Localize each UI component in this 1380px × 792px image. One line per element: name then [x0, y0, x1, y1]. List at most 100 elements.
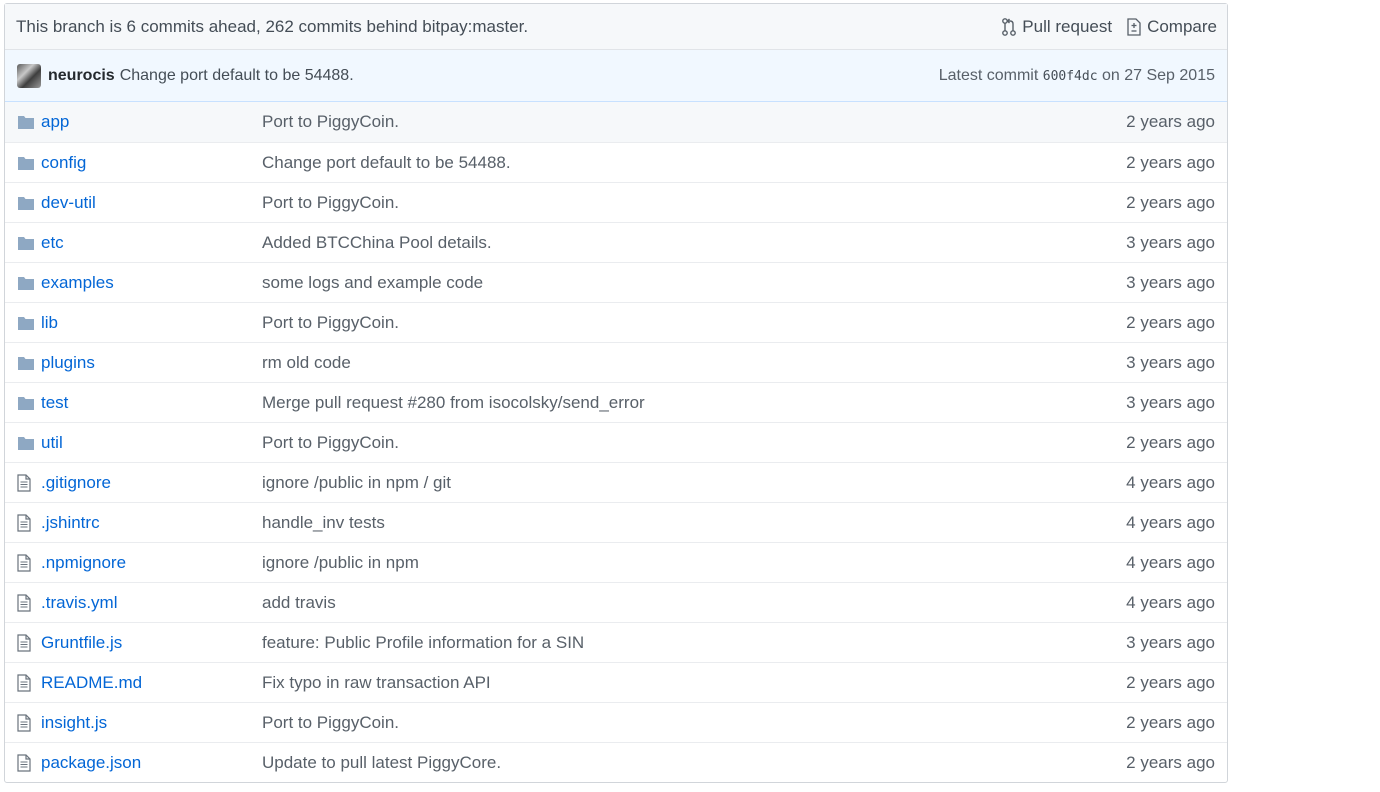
- file-commit-message[interactable]: rm old code: [262, 353, 1075, 373]
- file-commit-message[interactable]: Port to PiggyCoin.: [262, 713, 1075, 733]
- file-commit-message[interactable]: Port to PiggyCoin.: [262, 433, 1075, 453]
- file-name-link[interactable]: .jshintrc: [41, 513, 262, 533]
- file-name-link[interactable]: app: [41, 112, 262, 132]
- file-name-link[interactable]: examples: [41, 273, 262, 293]
- diff-icon: [1126, 17, 1142, 37]
- compare-label: Compare: [1147, 16, 1217, 36]
- file-row[interactable]: insight.js Port to PiggyCoin. 2 years ago: [5, 702, 1227, 742]
- file-commit-age: 4 years ago: [1126, 552, 1215, 572]
- file-name-link[interactable]: insight.js: [41, 713, 262, 733]
- file-row[interactable]: plugins rm old code 3 years ago: [5, 342, 1227, 382]
- file-commit-message[interactable]: Port to PiggyCoin.: [262, 112, 1075, 132]
- file-list: app Port to PiggyCoin. 2 years ago config Ch…: [5, 102, 1227, 782]
- file-commit-message[interactable]: handle_inv tests: [262, 513, 1075, 533]
- file-commit-age: 2 years ago: [1126, 192, 1215, 212]
- file-icon: [5, 473, 41, 492]
- file-row[interactable]: .npmignore ignore /public in npm 4 years a…: [5, 542, 1227, 582]
- file-icon: [5, 673, 41, 692]
- file-commit-message[interactable]: feature: Public Profile information for …: [262, 633, 1075, 653]
- commit-sha[interactable]: 600f4dc: [1043, 69, 1098, 84]
- pull-request-button[interactable]: Pull request: [1001, 17, 1112, 37]
- folder-icon: [5, 435, 41, 451]
- file-commit-message[interactable]: Fix typo in raw transaction API: [262, 673, 1075, 693]
- file-name-link[interactable]: plugins: [41, 353, 262, 373]
- file-commit-age: 3 years ago: [1126, 392, 1215, 412]
- file-commit-age: 3 years ago: [1126, 232, 1215, 252]
- file-commit-age: 3 years ago: [1126, 352, 1215, 372]
- file-icon: [5, 753, 41, 772]
- latest-commit-label: Latest commit: [938, 66, 1039, 84]
- file-name-link[interactable]: lib: [41, 313, 262, 333]
- file-commit-message[interactable]: Update to pull latest PiggyCore.: [262, 753, 1075, 773]
- file-commit-message[interactable]: ignore /public in npm / git: [262, 473, 1075, 493]
- file-name-link[interactable]: etc: [41, 233, 262, 253]
- file-navigation-box: This branch is 6 commits ahead, 262 comm…: [4, 3, 1228, 783]
- file-row[interactable]: .travis.yml add travis 4 years ago: [5, 582, 1227, 622]
- file-commit-message[interactable]: Port to PiggyCoin.: [262, 193, 1075, 213]
- file-commit-age: 2 years ago: [1126, 752, 1215, 772]
- file-commit-message[interactable]: Merge pull request #280 from isocolsky/s…: [262, 393, 1075, 413]
- file-commit-message[interactable]: Port to PiggyCoin.: [262, 313, 1075, 333]
- avatar[interactable]: [17, 63, 41, 88]
- folder-icon: [5, 155, 41, 171]
- file-commit-age: 4 years ago: [1126, 472, 1215, 492]
- commit-author[interactable]: neurocis: [48, 67, 115, 85]
- file-row[interactable]: lib Port to PiggyCoin. 2 years ago: [5, 302, 1227, 342]
- folder-icon: [5, 315, 41, 331]
- pull-request-label: Pull request: [1022, 16, 1113, 36]
- file-row[interactable]: util Port to PiggyCoin. 2 years ago: [5, 422, 1227, 462]
- file-commit-message[interactable]: Change port default to be 54488.: [262, 153, 1075, 173]
- file-commit-age: 2 years ago: [1126, 312, 1215, 332]
- commit-meta: Latest commit 600f4dc on 27 Sep 2015: [939, 67, 1215, 85]
- file-row[interactable]: .jshintrc handle_inv tests 4 years ago: [5, 502, 1227, 542]
- file-icon: [5, 553, 41, 572]
- file-row[interactable]: etc Added BTCChina Pool details. 3 years a…: [5, 222, 1227, 262]
- file-row[interactable]: .gitignore ignore /public in npm / git 4 y…: [5, 462, 1227, 502]
- file-commit-age: 4 years ago: [1126, 592, 1215, 612]
- file-commit-age: 3 years ago: [1126, 632, 1215, 652]
- file-name-link[interactable]: config: [41, 153, 262, 173]
- file-commit-age: 3 years ago: [1126, 272, 1215, 292]
- file-name-link[interactable]: test: [41, 393, 262, 413]
- file-commit-message[interactable]: some logs and example code: [262, 273, 1075, 293]
- file-row[interactable]: README.md Fix typo in raw transaction API…: [5, 662, 1227, 702]
- file-row[interactable]: examples some logs and example code 3 year…: [5, 262, 1227, 302]
- file-icon: [5, 513, 41, 532]
- commit-message[interactable]: Change port default to be 54488.: [120, 67, 354, 85]
- compare-button[interactable]: Compare: [1126, 17, 1217, 37]
- file-name-link[interactable]: Gruntfile.js: [41, 633, 262, 653]
- folder-icon: [5, 275, 41, 291]
- folder-icon: [5, 235, 41, 251]
- file-row[interactable]: config Change port default to be 54488. 2 …: [5, 142, 1227, 182]
- git-pull-request-icon: [1001, 17, 1017, 37]
- file-commit-age: 2 years ago: [1126, 672, 1215, 692]
- folder-icon: [5, 355, 41, 371]
- file-name-link[interactable]: util: [41, 433, 262, 453]
- latest-commit-bar: neurocis Change port default to be 54488…: [5, 50, 1227, 102]
- file-commit-age: 2 years ago: [1126, 152, 1215, 172]
- branch-actions: Pull request Compare: [1001, 17, 1217, 37]
- file-commit-age: 2 years ago: [1126, 112, 1215, 131]
- folder-icon: [5, 395, 41, 411]
- file-commit-age: 2 years ago: [1126, 432, 1215, 452]
- file-name-link[interactable]: dev-util: [41, 193, 262, 213]
- file-row[interactable]: dev-util Port to PiggyCoin. 2 years ago: [5, 182, 1227, 222]
- file-row[interactable]: app Port to PiggyCoin. 2 years ago: [5, 102, 1227, 142]
- file-icon: [5, 713, 41, 732]
- file-name-link[interactable]: .npmignore: [41, 553, 262, 573]
- file-row[interactable]: Gruntfile.js feature: Public Profile info…: [5, 622, 1227, 662]
- file-commit-message[interactable]: add travis: [262, 593, 1075, 613]
- file-commit-message[interactable]: Added BTCChina Pool details.: [262, 233, 1075, 253]
- folder-icon: [5, 114, 41, 130]
- folder-icon: [5, 195, 41, 211]
- file-commit-age: 4 years ago: [1126, 512, 1215, 532]
- file-name-link[interactable]: package.json: [41, 753, 262, 773]
- file-icon: [5, 633, 41, 652]
- file-name-link[interactable]: .travis.yml: [41, 593, 262, 613]
- file-name-link[interactable]: README.md: [41, 673, 262, 693]
- branch-status-text: This branch is 6 commits ahead, 262 comm…: [16, 16, 529, 36]
- file-row[interactable]: test Merge pull request #280 from isocols…: [5, 382, 1227, 422]
- file-name-link[interactable]: .gitignore: [41, 473, 262, 493]
- file-commit-message[interactable]: ignore /public in npm: [262, 553, 1075, 573]
- file-row[interactable]: package.json Update to pull latest PiggyC…: [5, 742, 1227, 782]
